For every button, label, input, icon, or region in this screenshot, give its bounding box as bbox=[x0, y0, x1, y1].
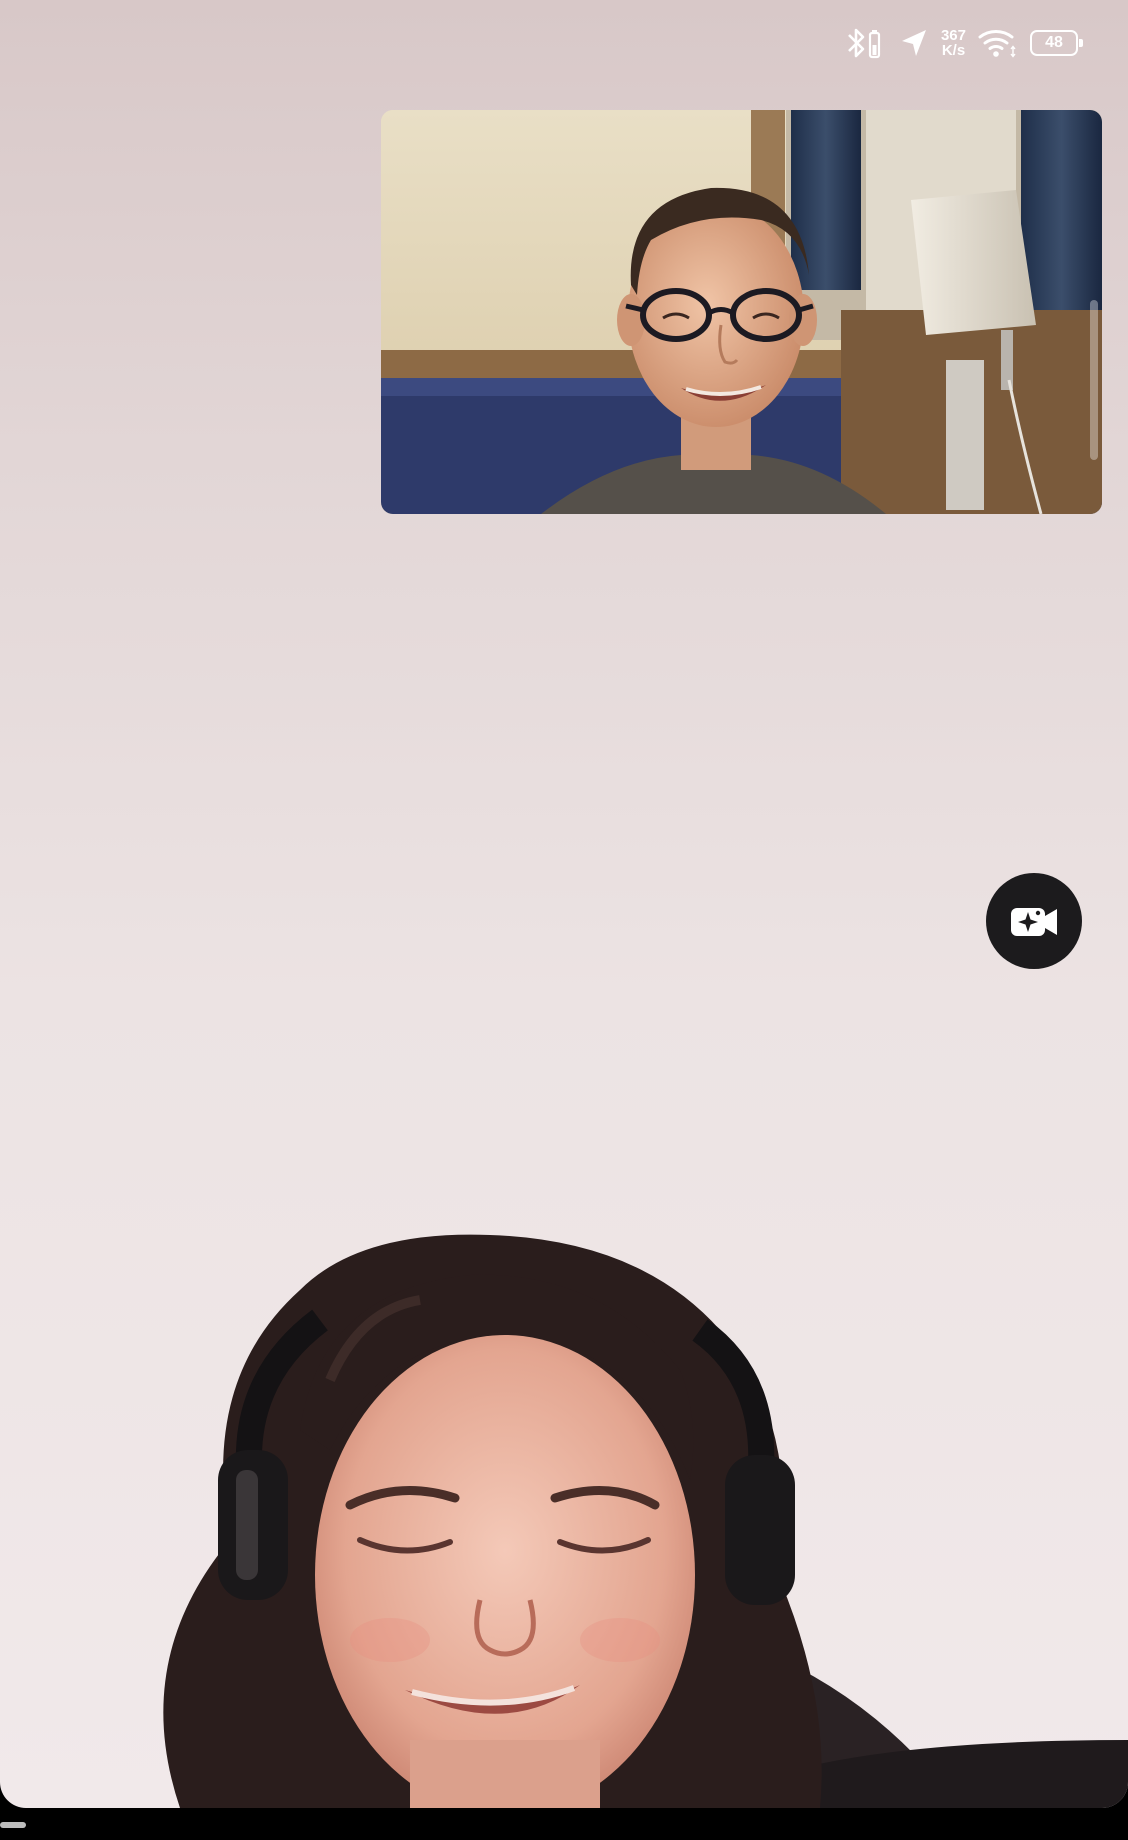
location-arrow-icon bbox=[899, 27, 929, 59]
wifi-icon bbox=[978, 27, 1018, 59]
battery-indicator: 48 bbox=[1030, 30, 1083, 56]
network-speed-unit: K/s bbox=[941, 42, 966, 59]
pip-scroll-indicator bbox=[1090, 300, 1098, 460]
network-speed: 367 K/s bbox=[941, 28, 966, 58]
bluetooth-battery-icon bbox=[845, 26, 887, 60]
home-indicator[interactable] bbox=[0, 1822, 26, 1828]
self-camera-preview[interactable] bbox=[381, 110, 1102, 514]
navigation-bar bbox=[0, 1808, 1128, 1840]
video-call-screen: 367 K/s 48 bbox=[0, 0, 1128, 1808]
battery-level: 48 bbox=[1045, 34, 1063, 51]
network-speed-value: 367 bbox=[940, 27, 966, 44]
video-effects-sparkle-icon bbox=[1011, 908, 1057, 936]
remote-video-frame bbox=[163, 1234, 1128, 1808]
self-video-frame bbox=[381, 110, 1102, 514]
video-effects-button[interactable] bbox=[986, 873, 1082, 969]
status-bar: 367 K/s 48 bbox=[845, 22, 1083, 64]
remote-participant-video[interactable] bbox=[0, 1180, 1128, 1808]
